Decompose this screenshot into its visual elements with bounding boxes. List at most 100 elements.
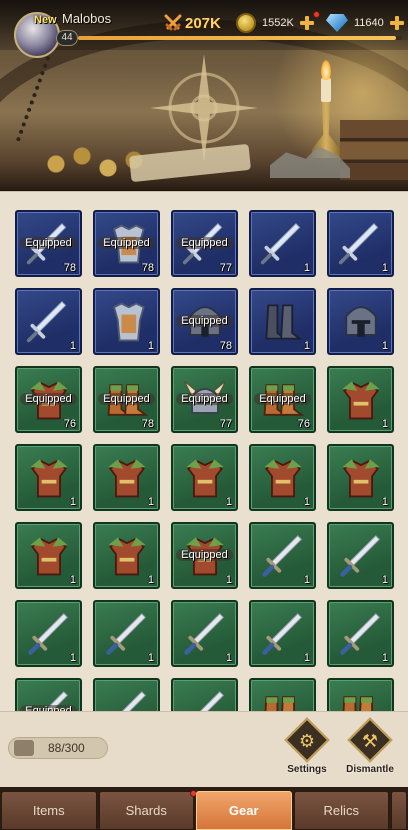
tab-items[interactable]: Items: [1, 791, 97, 830]
gear-slot[interactable]: 1: [249, 288, 316, 355]
player-name: Malobos: [62, 11, 112, 26]
settings-button[interactable]: ⚙ Settings: [277, 717, 337, 782]
crossed-swords-icon: [164, 14, 182, 31]
gear-level: 1: [381, 652, 388, 664]
sword-icon: [338, 223, 379, 265]
gear-slot[interactable]: 1: [327, 600, 394, 667]
gear-level: 1: [147, 496, 154, 508]
gear-slot[interactable]: 1: [327, 366, 394, 433]
gear-slot[interactable]: [249, 678, 316, 711]
gold-coin-icon: [236, 13, 256, 33]
boots-icon: [265, 304, 303, 340]
gear-slot[interactable]: [171, 678, 238, 711]
armor-icon: [112, 302, 145, 342]
equipped-label: Equipped: [176, 548, 233, 561]
equipped-overlay: Equipped: [97, 234, 156, 251]
sword-icon: [26, 301, 67, 343]
gear-slot[interactable]: 1: [327, 522, 394, 589]
book-stack: [340, 120, 408, 180]
tab-label: Shards: [125, 803, 167, 818]
gold-counter: 1552K: [236, 12, 315, 34]
gear-level: 1: [225, 574, 232, 586]
equipped-overlay: Equipped: [253, 390, 312, 407]
tab-label: Relics: [323, 803, 359, 818]
gear-slot[interactable]: 1: [171, 444, 238, 511]
gear-slot[interactable]: 1: [249, 522, 316, 589]
gear-slot[interactable]: 1: [93, 444, 160, 511]
gear-level: 1: [381, 262, 388, 274]
leather-armor-icon: [264, 459, 302, 498]
tab-relics[interactable]: Relics: [293, 791, 389, 830]
gear-grid: Equipped 78 Equipped 78 Equipped 77 1 1 1 1 Equipp…: [0, 191, 408, 711]
tab-shards[interactable]: Shards: [98, 790, 197, 830]
gear-slot[interactable]: Equipped 78: [93, 210, 160, 277]
gear-level: 1: [303, 496, 310, 508]
gear-level: 1: [381, 574, 388, 586]
sword-green-icon: [340, 613, 381, 655]
gear-slot[interactable]: [327, 678, 394, 711]
add-gems-plus-icon[interactable]: [389, 15, 405, 31]
gear-level: 1: [69, 652, 76, 664]
gear-level: 1: [303, 652, 310, 664]
gear-slot[interactable]: 1: [93, 600, 160, 667]
leather-armor-icon: [186, 459, 224, 498]
gear-slot[interactable]: Equipped 78: [171, 288, 238, 355]
sword-green-icon: [199, 691, 225, 711]
add-gold-plus-icon[interactable]: [299, 15, 315, 31]
equipped-overlay: Equipped: [175, 390, 234, 407]
equipped-overlay: Equipped: [175, 312, 234, 329]
leather-armor-icon: [108, 537, 146, 576]
tab-label: Items: [32, 803, 65, 818]
gear-slot[interactable]: Equipped 78: [15, 210, 82, 277]
equipped-overlay: Equipped: [97, 390, 156, 407]
gear-slot[interactable]: Equipped 78: [93, 366, 160, 433]
leather-armor-icon: [342, 381, 380, 420]
gear-slot[interactable]: Equipped: [15, 678, 82, 711]
combat-power: 207K: [164, 13, 221, 33]
bottom-tab-bar: Items Shards Gear Relics: [0, 787, 408, 830]
sword-green-icon: [28, 613, 69, 655]
sword-green-icon: [184, 613, 225, 655]
gear-slot[interactable]: 1: [249, 600, 316, 667]
candle: [321, 78, 331, 102]
tab-gear[interactable]: Gear: [196, 791, 292, 830]
gear-slot[interactable]: [93, 678, 160, 711]
gear-slot[interactable]: 1: [93, 522, 160, 589]
gear-level: 1: [147, 574, 154, 586]
gear-slot[interactable]: 1: [15, 288, 82, 355]
gear-slot[interactable]: Equipped 76: [15, 366, 82, 433]
gold-value: 1552K: [262, 17, 294, 29]
gear-slot[interactable]: 1: [249, 444, 316, 511]
equipped-overlay: Equipped: [19, 702, 78, 711]
tab-more[interactable]: [391, 791, 407, 830]
gear-slot[interactable]: 1: [327, 288, 394, 355]
gear-slot[interactable]: Equipped 77: [171, 210, 238, 277]
sword-icon: [260, 223, 301, 265]
gear-slot[interactable]: 1: [249, 210, 316, 277]
leather-armor-icon: [108, 459, 146, 498]
hammer-icon: ⚒: [361, 730, 379, 751]
gear-level: 78: [219, 340, 232, 352]
gear-level: 1: [69, 340, 76, 352]
gear-level: 78: [63, 262, 76, 274]
gear-slot[interactable]: Equipped 1: [171, 522, 238, 589]
gear-slot[interactable]: 1: [327, 444, 394, 511]
gear-slot[interactable]: 1: [171, 600, 238, 667]
gear-level: 1: [303, 262, 310, 274]
gear-slot[interactable]: Equipped 76: [249, 366, 316, 433]
gear-slot[interactable]: 1: [15, 522, 82, 589]
gear-level: 1: [225, 652, 232, 664]
gear-slot[interactable]: 1: [15, 600, 82, 667]
gear-icon: ⚙: [298, 730, 316, 751]
gear-slot[interactable]: 1: [93, 288, 160, 355]
bag-icon: [14, 740, 34, 756]
gear-slot[interactable]: 1: [327, 210, 394, 277]
bag-capacity: 88/300: [8, 737, 108, 759]
gear-slot[interactable]: 1: [15, 444, 82, 511]
equipped-label: Equipped: [176, 392, 233, 405]
gear-level: 78: [141, 418, 154, 430]
dismantle-button[interactable]: ⚒ Dismantle: [340, 717, 400, 782]
gear-slot[interactable]: Equipped 77: [171, 366, 238, 433]
gear-level: 1: [381, 340, 388, 352]
gear-level: 1: [147, 652, 154, 664]
